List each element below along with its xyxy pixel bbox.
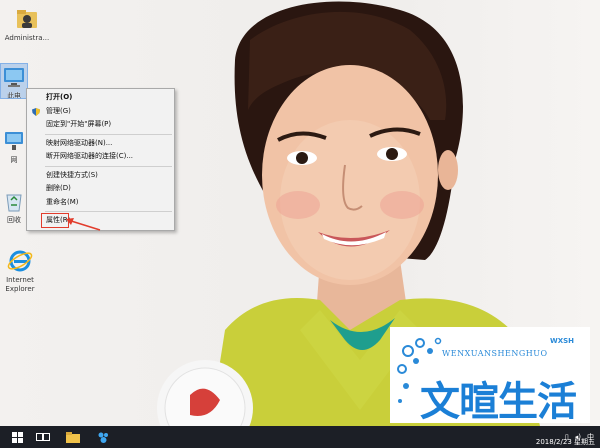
selection-highlight: 此电 [0,63,28,100]
menu-item-label: 删除(D) [46,184,71,192]
internet-explorer-icon [7,250,33,272]
start-button[interactable] [4,426,30,448]
menu-item-label: 管理(G) [46,106,71,115]
annotation-arrow-icon [66,218,101,231]
context-menu: 打开(O) 管理(G) 固定到"开始"屏幕(P) 映射网络驱动器(N)... 断… [26,88,175,231]
desktop-icon-label: Internet Explorer [5,276,35,293]
desktop-icon-user-folder[interactable]: Administra... [2,6,52,43]
desktop-icon-label: 此电 [7,92,21,100]
desktop-icon-label: 回收 [7,216,21,224]
menu-item-label: 打开(O) [46,93,73,101]
menu-item-open[interactable]: 打开(O) [27,91,174,105]
watermark-logo: WXSH WENXUANSHENGHUO 文暄生活 [390,327,590,425]
menu-separator [45,211,172,212]
menu-item-label: 映射网络驱动器(N)... [46,138,113,147]
desktop-icon-this-pc[interactable]: 此电 [0,63,28,100]
file-explorer-button[interactable] [60,426,86,448]
menu-item-disconnect-network-drive[interactable]: 断开网络驱动器的连接(C)... [27,150,174,164]
store-icon [98,432,108,443]
menu-item-label: 断开网络驱动器的连接(C)... [46,152,134,160]
taskbar-clock[interactable]: 2018/2/23 星期五 [536,437,595,447]
menu-separator [45,133,172,135]
watermark-chinese-text: 文暄生活 [420,379,577,425]
menu-item-pin-to-start[interactable]: 固定到"开始"屏幕(P) [27,118,174,132]
store-button[interactable] [90,426,116,448]
watermark-latin-text: WENXUANSHENGHUO [442,349,548,358]
watermark-short-text: WXSH [550,337,575,345]
menu-item-label: 重命名(M) [46,197,79,206]
desktop-icon-label: Administra... [4,34,50,42]
desktop-icon-label: 网 [10,156,18,164]
desktop-icon-recycle-bin[interactable]: 回收 [1,188,27,225]
task-view-icon [36,433,50,441]
menu-item-create-shortcut[interactable]: 创建快捷方式(S) [27,169,174,183]
user-folder-icon [17,10,37,28]
menu-item-label: 固定到"开始"屏幕(P) [46,120,112,128]
recycle-bin-icon [6,194,22,212]
desktop-icon-internet-explorer[interactable]: Internet Explorer [0,248,40,294]
shield-icon [32,107,40,116]
desktop-icon-network[interactable]: 网 [1,128,27,165]
taskbar: ▯ ◂) 中 2018/2/23 星期五 [0,426,600,448]
menu-item-label: 创建快捷方式(S) [46,170,98,179]
network-icon [5,132,23,150]
menu-item-rename[interactable]: 重命名(M) [27,196,174,210]
computer-icon [4,68,24,87]
menu-separator [45,165,172,167]
menu-item-map-network-drive[interactable]: 映射网络驱动器(N)... [27,137,174,151]
windows-start-icon [11,431,23,443]
task-view-button[interactable] [30,426,56,448]
menu-item-delete[interactable]: 删除(D) [27,182,174,196]
file-explorer-icon [66,431,80,443]
menu-item-manage[interactable]: 管理(G) [27,105,174,119]
